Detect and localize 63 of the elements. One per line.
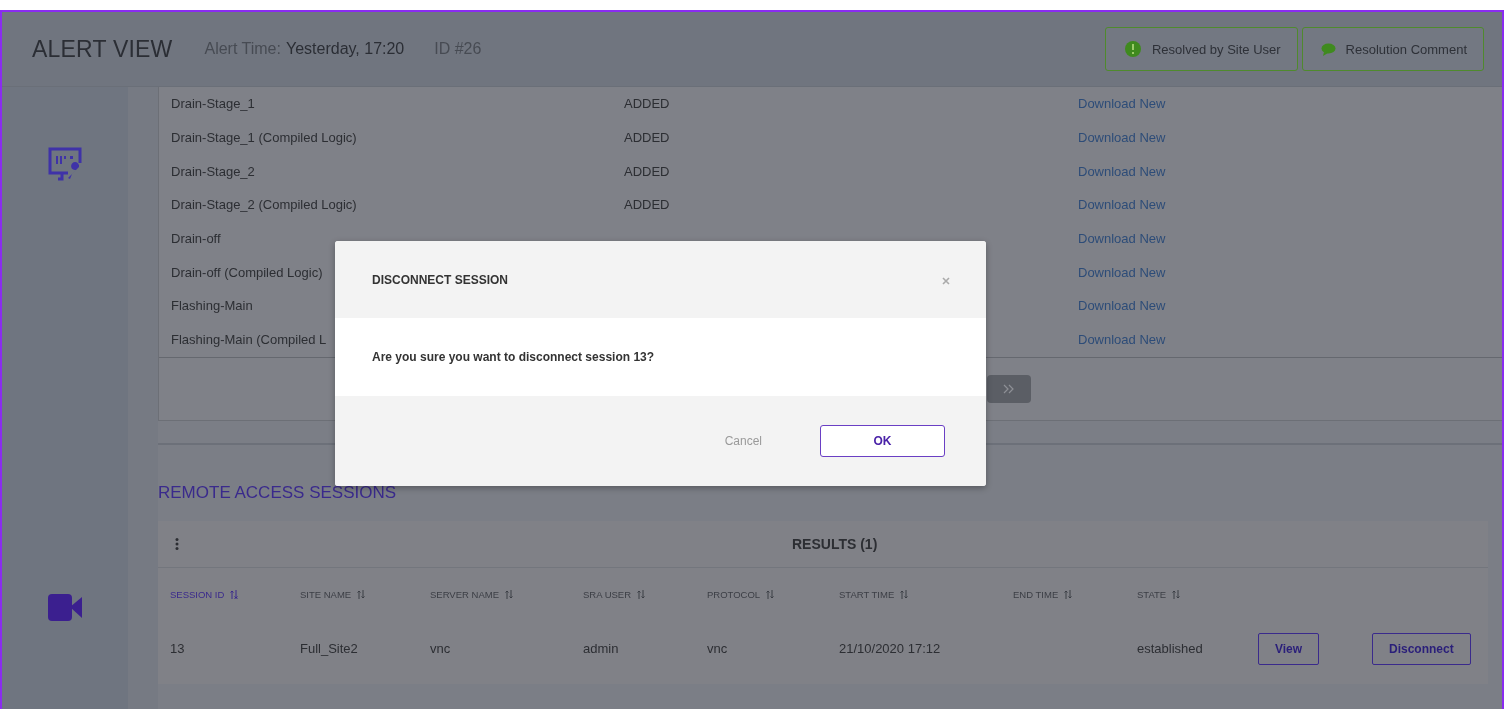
disconnect-button[interactable]: Disconnect <box>1372 632 1471 665</box>
badge-icon <box>1124 40 1142 58</box>
column-header[interactable]: SESSION ID <box>170 589 225 600</box>
table-cell-text: 13 <box>170 641 186 656</box>
file-name: Drain-Stage_1 (Compiled Logic) <box>171 130 357 146</box>
file-name: Drain-off (Compiled Logic) <box>171 264 323 280</box>
resolution-comment-button[interactable]: Resolution Comment <box>1301 27 1484 71</box>
controller-wrench-icon[interactable] <box>48 147 82 181</box>
dialog-message: Are you sure you want to disconnect session 13? <box>372 350 655 364</box>
sort-icon[interactable] <box>505 590 513 599</box>
sort-icon[interactable] <box>637 590 646 599</box>
sort-icon[interactable] <box>1064 590 1073 599</box>
sort-icon[interactable] <box>1172 590 1181 599</box>
view-button[interactable]: View <box>1258 632 1320 665</box>
more-options-icon[interactable] <box>175 537 179 550</box>
file-name: Drain-Stage_2 <box>171 163 255 179</box>
change-status: ADDED <box>624 96 670 112</box>
sort-icon[interactable] <box>357 590 366 599</box>
column-header[interactable]: END TIME <box>1013 589 1059 600</box>
download-link[interactable]: Download New <box>1078 264 1166 280</box>
results-count: RESULTS (1) <box>792 535 878 552</box>
table-cell-text: 21/10/2020 17:12 <box>839 641 942 656</box>
column-header[interactable]: SRA USER <box>583 589 632 600</box>
resolved-button[interactable]: Resolved by Site User <box>1105 27 1298 71</box>
table-cell-text: Full_Site2 <box>300 641 359 656</box>
column-header[interactable]: SITE NAME <box>300 589 352 600</box>
double-chevron-icon <box>1003 383 1015 394</box>
ok-button[interactable]: OK <box>820 425 945 457</box>
column-header[interactable]: SERVER NAME <box>430 589 499 600</box>
file-name: Flashing-Main (Compiled L <box>171 332 327 348</box>
download-link[interactable]: Download New <box>1078 96 1166 112</box>
file-name: Drain-off <box>171 231 221 247</box>
change-status: ADDED <box>624 197 670 213</box>
next-page-button[interactable] <box>987 374 1031 403</box>
table-cell-text: established <box>1137 641 1204 656</box>
column-header[interactable]: PROTOCOL <box>707 589 761 600</box>
download-link[interactable]: Download New <box>1078 298 1166 314</box>
table-cell-text: vnc <box>707 641 729 656</box>
video-camera-icon[interactable] <box>48 594 82 621</box>
sort-icon[interactable] <box>900 590 909 599</box>
sort-ascending-icon[interactable] <box>230 590 239 599</box>
file-name: Flashing-Main <box>171 298 253 314</box>
section-title: REMOTE ACCESS SESSIONS <box>158 482 398 503</box>
alert-time: Yesterday, 17:20 <box>285 40 405 58</box>
sort-icon[interactable] <box>766 590 775 599</box>
cancel-button[interactable]: Cancel <box>718 433 768 449</box>
download-link[interactable]: Download New <box>1078 197 1166 213</box>
page-title: ALERT VIEW <box>32 35 173 63</box>
column-header[interactable]: STATE <box>1137 589 1167 600</box>
close-icon <box>942 276 950 285</box>
file-name: Drain-Stage_2 (Compiled Logic) <box>171 197 357 213</box>
change-status: ADDED <box>624 130 670 146</box>
change-status: ADDED <box>624 163 670 179</box>
download-link[interactable]: Download New <box>1078 231 1166 247</box>
download-link[interactable]: Download New <box>1078 163 1166 179</box>
comment-icon <box>1320 42 1336 56</box>
download-link[interactable]: Download New <box>1078 332 1166 348</box>
dialog-title: DISCONNECT SESSION <box>372 272 509 287</box>
column-header[interactable]: START TIME <box>839 589 895 600</box>
table-cell-text: vnc <box>430 641 452 656</box>
file-name: Drain-Stage_1 <box>171 96 255 112</box>
download-link[interactable]: Download New <box>1078 130 1166 146</box>
table-cell-text: admin <box>583 641 620 656</box>
